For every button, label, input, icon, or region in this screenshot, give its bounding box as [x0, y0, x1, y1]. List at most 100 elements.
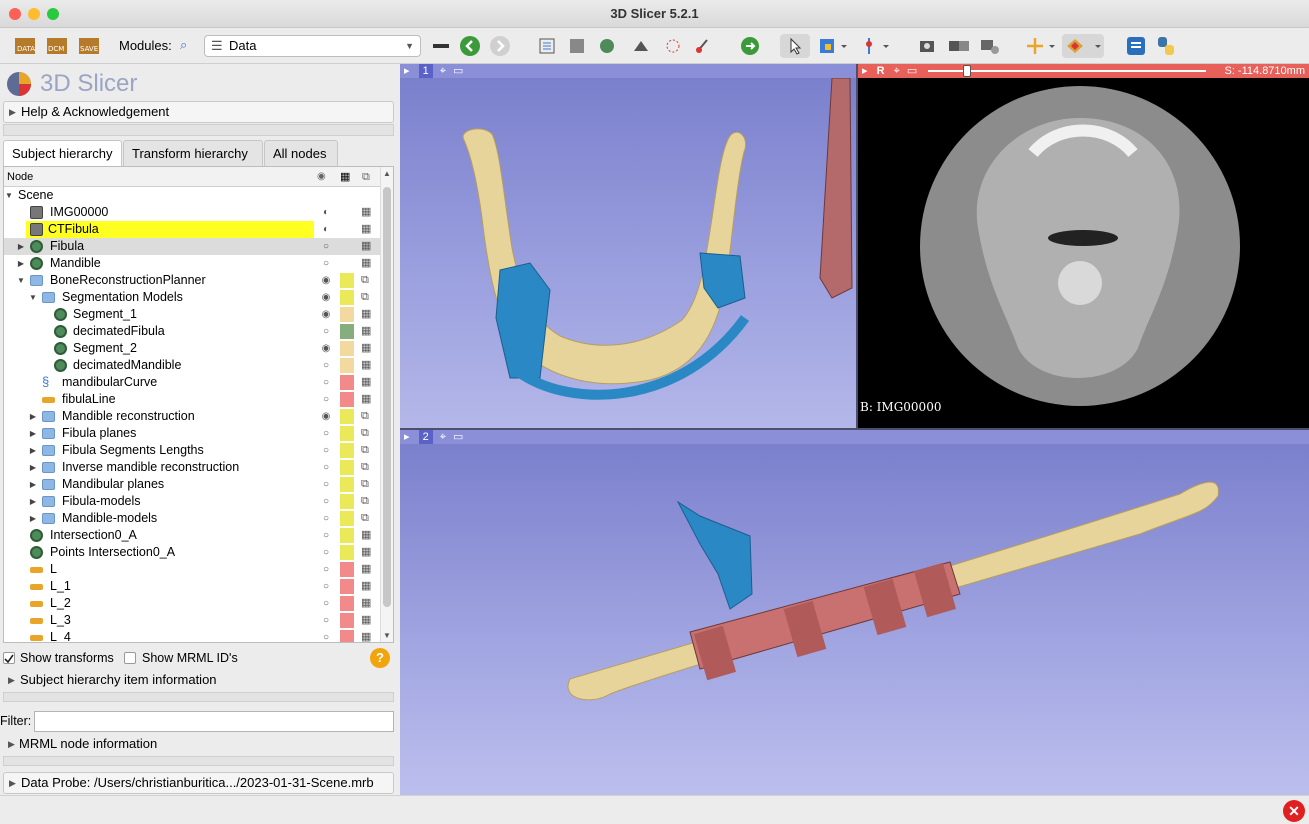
color-swatch[interactable] — [340, 375, 354, 390]
visibility-icon[interactable]: ○ — [320, 374, 332, 391]
visibility-icon[interactable]: ○ — [320, 391, 332, 408]
transform-icon[interactable]: ⧉ — [361, 442, 369, 459]
view2-controller-bar[interactable]: ▸ 2 ⌖ ▭ — [400, 430, 1309, 444]
tree-scrollbar[interactable]: ▲ ▼ — [380, 167, 393, 642]
color-swatch[interactable] — [340, 494, 354, 509]
visibility-icon[interactable]: ○ — [320, 476, 332, 493]
chevron-right-icon[interactable]: ▶ — [28, 459, 38, 476]
tree-row-decimatedmandible[interactable]: decimatedMandible ○ ▦ — [4, 357, 380, 374]
screenshot-icon[interactable] — [916, 34, 938, 58]
visibility-icon[interactable]: ○ — [320, 612, 332, 629]
subject-hierarchy-info-panel[interactable]: ▶ Subject hierarchy item information — [3, 670, 394, 692]
transform-icon[interactable]: ▦ — [361, 561, 371, 578]
color-swatch[interactable] — [340, 579, 354, 594]
slice-red-controller-bar[interactable]: ▸ R ⌖ ▭ S: -114.8710mm — [858, 64, 1309, 78]
slice-view-red[interactable]: B: IMG00000 — [858, 78, 1309, 428]
close-window-button[interactable] — [9, 8, 21, 20]
transform-icon[interactable]: ▦ — [361, 595, 371, 612]
mrml-node-info-panel[interactable]: ▶ MRML node information — [3, 734, 394, 756]
pointer-mode-icon[interactable] — [780, 34, 810, 58]
help-acknowledgement-panel[interactable]: ▶ Help & Acknowledgement — [3, 101, 394, 123]
color-swatch[interactable] — [340, 392, 354, 407]
tree-row-mandibularcurve[interactable]: § mandibularCurve ○ ▦ — [4, 374, 380, 391]
load-dicom-button[interactable]: DCM — [44, 34, 70, 58]
view-3d-2[interactable] — [400, 444, 1309, 795]
tree-row-fibula-models[interactable]: ▶ Fibula-models ○ ⧉ — [4, 493, 380, 510]
pin-icon[interactable]: ▸ — [404, 431, 410, 443]
visibility-icon[interactable]: ○ — [320, 527, 332, 544]
volumes-icon[interactable] — [566, 34, 588, 58]
maximize-view-icon[interactable]: ▭ — [453, 65, 463, 77]
scrollbar-thumb[interactable] — [383, 187, 391, 607]
visibility-icon[interactable]: ○ — [320, 442, 332, 459]
slice-offset-thumb[interactable] — [963, 65, 972, 77]
tree-row-segment-2[interactable]: Segment_2 ◉ ▦ — [4, 340, 380, 357]
tree-row-fibulaline[interactable]: fibulaLine ○ ▦ — [4, 391, 380, 408]
chevron-right-icon[interactable]: ▶ — [28, 408, 38, 425]
scene-views-icon[interactable] — [946, 34, 972, 58]
transform-icon[interactable]: ▦ — [361, 204, 371, 221]
visibility-icon[interactable]: ◐ — [320, 221, 332, 238]
data-probe-panel[interactable]: ▶ Data Probe: /Users/christianburitica..… — [3, 772, 394, 794]
models-icon[interactable] — [596, 34, 618, 58]
transform-icon[interactable]: ⧉ — [361, 476, 369, 493]
tree-row-points-intersection0-a[interactable]: Points Intersection0_A ○ ▦ — [4, 544, 380, 561]
color-swatch[interactable] — [340, 273, 354, 288]
color-swatch[interactable] — [340, 528, 354, 543]
data-list-icon[interactable] — [536, 34, 558, 58]
color-swatch[interactable] — [340, 443, 354, 458]
color-swatch[interactable] — [340, 545, 354, 560]
tree-row-mandible-models[interactable]: ▶ Mandible-models ○ ⧉ — [4, 510, 380, 527]
python-console-icon[interactable] — [1154, 34, 1178, 58]
visibility-icon[interactable]: ○ — [320, 629, 332, 642]
transform-icon[interactable]: ▦ — [361, 544, 371, 561]
chevron-right-icon[interactable]: ▶ — [16, 255, 26, 272]
transforms-icon[interactable] — [630, 34, 652, 58]
maximize-view-icon[interactable]: ▭ — [907, 65, 917, 77]
transform-icon[interactable]: ⧉ — [361, 510, 369, 527]
color-swatch[interactable] — [340, 341, 354, 356]
tree-row-l-4[interactable]: L_4 ○ ▦ — [4, 629, 380, 642]
segment-editor-icon[interactable] — [692, 34, 714, 58]
pin-icon[interactable]: ▸ — [404, 65, 410, 77]
pin-icon[interactable]: ▸ — [862, 65, 868, 77]
tree-row-intersection0-a[interactable]: Intersection0_A ○ ▦ — [4, 527, 380, 544]
tab-subject-hierarchy[interactable]: Subject hierarchy — [3, 140, 122, 166]
back-arrow-icon[interactable] — [458, 34, 482, 58]
tab-transform-hierarchy[interactable]: Transform hierarchy — [123, 140, 263, 166]
chevron-down-icon[interactable]: ▼ — [28, 289, 38, 306]
transform-icon[interactable]: ▦ — [361, 391, 371, 408]
visibility-icon[interactable]: ○ — [320, 238, 332, 255]
color-swatch[interactable] — [340, 290, 354, 305]
visibility-icon[interactable]: ◉ — [320, 408, 332, 425]
tree-row-mandibular-planes[interactable]: ▶ Mandibular planes ○ ⧉ — [4, 476, 380, 493]
save-button[interactable]: SAVE — [76, 34, 102, 58]
transform-icon[interactable]: ▦ — [361, 374, 371, 391]
chevron-right-icon[interactable]: ▶ — [28, 425, 38, 442]
transform-icon[interactable]: ⧉ — [361, 272, 369, 289]
minimize-window-button[interactable] — [28, 8, 40, 20]
chevron-down-icon[interactable]: ▼ — [4, 187, 14, 204]
extensions-arrow-icon[interactable] — [738, 34, 762, 58]
visibility-icon[interactable]: ○ — [320, 493, 332, 510]
transform-icon[interactable]: ▦ — [361, 306, 371, 323]
show-mrml-ids-checkbox[interactable] — [124, 652, 136, 664]
transform-icon[interactable]: ▦ — [361, 221, 371, 238]
color-swatch[interactable] — [340, 307, 354, 322]
tree-row-bonereconstructionplanner[interactable]: ▼ BoneReconstructionPlanner ◉ ⧉ — [4, 272, 380, 289]
transform-icon[interactable]: ▦ — [361, 340, 371, 357]
visibility-icon[interactable]: ○ — [320, 459, 332, 476]
visibility-icon[interactable]: ◉ — [320, 340, 332, 357]
tree-row-fibula[interactable]: ▶ Fibula ○ ▦ — [4, 238, 380, 255]
transform-icon[interactable]: ▦ — [361, 612, 371, 629]
place-markup-icon[interactable] — [816, 34, 850, 58]
scroll-up-icon[interactable]: ▲ — [383, 169, 391, 178]
transform-icon[interactable]: ▦ — [361, 238, 371, 255]
visibility-icon[interactable]: ○ — [320, 323, 332, 340]
tree-row-l-3[interactable]: L_3 ○ ▦ — [4, 612, 380, 629]
transform-icon[interactable]: ▦ — [361, 527, 371, 544]
transform-icon[interactable]: ▦ — [361, 578, 371, 595]
color-swatch[interactable] — [340, 426, 354, 441]
visibility-icon[interactable]: ○ — [320, 357, 332, 374]
view1-controller-bar[interactable]: ▸ 1 ⌖ ▭ — [400, 64, 856, 78]
